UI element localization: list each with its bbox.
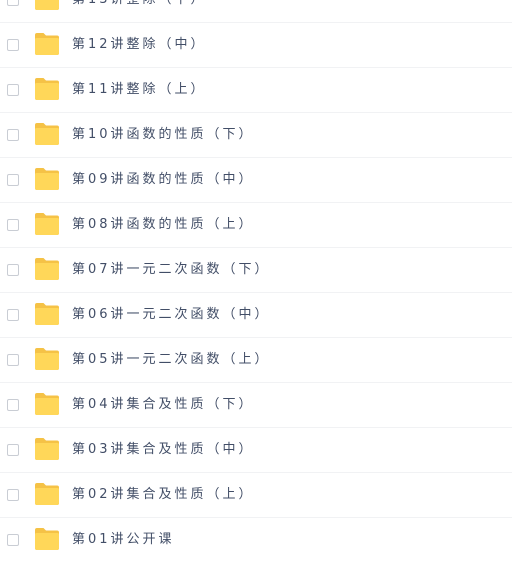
file-name[interactable]: 第01讲公开课 [72, 531, 175, 549]
file-row[interactable]: 第13讲整除（下） [0, 0, 512, 23]
folder-icon[interactable] [33, 212, 61, 236]
row-checkbox[interactable] [7, 264, 19, 276]
file-row[interactable]: 第09讲函数的性质（中） [0, 158, 512, 203]
folder-icon[interactable] [33, 527, 61, 551]
folder-icon[interactable] [33, 482, 61, 506]
file-row[interactable]: 第11讲整除（上） [0, 68, 512, 113]
file-row[interactable]: 第05讲一元二次函数（上） [0, 338, 512, 383]
row-checkbox[interactable] [7, 444, 19, 456]
file-name[interactable]: 第11讲整除（上） [72, 81, 207, 99]
folder-icon[interactable] [33, 77, 61, 101]
row-checkbox[interactable] [7, 489, 19, 501]
file-name[interactable]: 第02讲集合及性质（上） [72, 486, 255, 504]
file-row[interactable]: 第01讲公开课 [0, 518, 512, 563]
file-row[interactable]: 第10讲函数的性质（下） [0, 113, 512, 158]
file-name[interactable]: 第07讲一元二次函数（下） [72, 261, 271, 279]
file-list: 第13讲整除（下） 第12讲整除（中） 第11讲整除（上） 第10讲函数的性 [0, 0, 512, 563]
file-row[interactable]: 第08讲函数的性质（上） [0, 203, 512, 248]
file-name[interactable]: 第05讲一元二次函数（上） [72, 351, 271, 369]
row-checkbox[interactable] [7, 354, 19, 366]
folder-icon[interactable] [33, 347, 61, 371]
row-checkbox[interactable] [7, 39, 19, 51]
file-name[interactable]: 第10讲函数的性质（下） [72, 126, 255, 144]
folder-icon[interactable] [33, 167, 61, 191]
file-name[interactable]: 第03讲集合及性质（中） [72, 441, 255, 459]
file-name[interactable]: 第08讲函数的性质（上） [72, 216, 255, 234]
file-row[interactable]: 第04讲集合及性质（下） [0, 383, 512, 428]
row-checkbox[interactable] [7, 129, 19, 141]
row-checkbox[interactable] [7, 0, 19, 6]
folder-icon[interactable] [33, 257, 61, 281]
row-checkbox[interactable] [7, 399, 19, 411]
folder-icon[interactable] [33, 392, 61, 416]
folder-icon[interactable] [33, 32, 61, 56]
folder-icon[interactable] [33, 302, 61, 326]
folder-icon[interactable] [33, 437, 61, 461]
file-name[interactable]: 第13讲整除（下） [72, 0, 207, 9]
file-row[interactable]: 第12讲整除（中） [0, 23, 512, 68]
file-name[interactable]: 第04讲集合及性质（下） [72, 396, 255, 414]
file-row[interactable]: 第02讲集合及性质（上） [0, 473, 512, 518]
row-checkbox[interactable] [7, 84, 19, 96]
row-checkbox[interactable] [7, 309, 19, 321]
file-name[interactable]: 第06讲一元二次函数（中） [72, 306, 271, 324]
file-name[interactable]: 第12讲整除（中） [72, 36, 207, 54]
folder-icon[interactable] [33, 122, 61, 146]
file-row[interactable]: 第07讲一元二次函数（下） [0, 248, 512, 293]
row-checkbox[interactable] [7, 174, 19, 186]
row-checkbox[interactable] [7, 219, 19, 231]
file-row[interactable]: 第06讲一元二次函数（中） [0, 293, 512, 338]
row-checkbox[interactable] [7, 534, 19, 546]
file-name[interactable]: 第09讲函数的性质（中） [72, 171, 255, 189]
file-row[interactable]: 第03讲集合及性质（中） [0, 428, 512, 473]
folder-icon[interactable] [33, 0, 61, 11]
